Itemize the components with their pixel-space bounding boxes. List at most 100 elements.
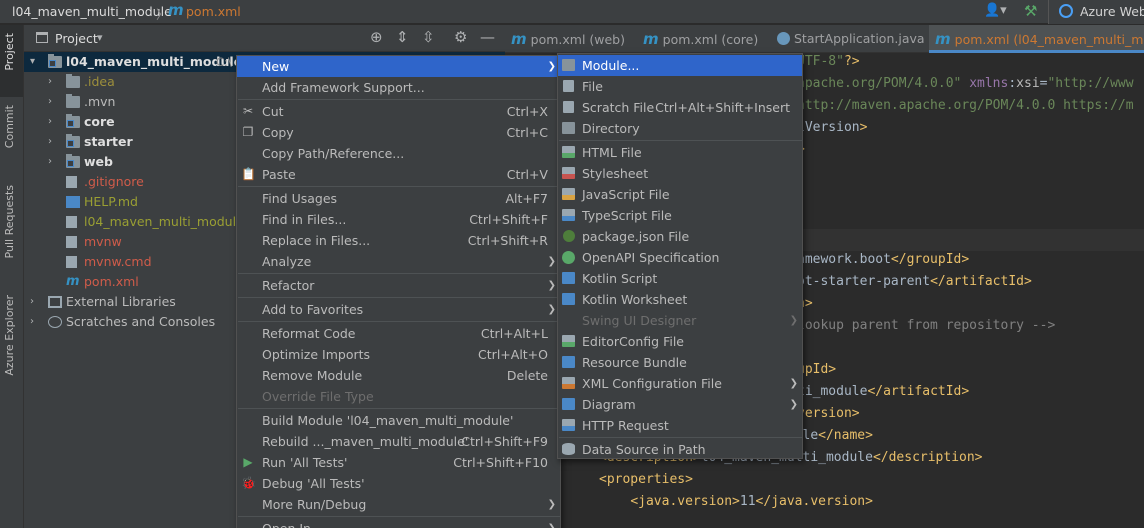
azure-web-app-button[interactable]: Azure Web A: [1048, 0, 1144, 24]
chevron-down-icon[interactable]: ▾: [97, 31, 103, 44]
menu-item-paste[interactable]: 📋 Paste Ctrl+V: [237, 164, 560, 185]
menu-item-file[interactable]: File: [558, 76, 802, 97]
menu-item-remove-module[interactable]: Remove Module Delete: [237, 365, 560, 386]
menu-item-data-source-in-path[interactable]: Data Source in Path: [558, 439, 802, 460]
menu-item-find-usages[interactable]: Find Usages Alt+F7: [237, 188, 560, 209]
menu-item-typescript-file[interactable]: TypeScript File: [558, 205, 802, 226]
menu-item-label: Module...: [582, 58, 640, 73]
menu-item-rebuild-maven-multi-module[interactable]: Rebuild ..._maven_multi_module' Ctrl+Shif…: [237, 431, 560, 452]
tool-tab-pull-requests[interactable]: Pull Requests: [3, 185, 21, 258]
chevron-right-icon[interactable]: ›: [48, 132, 52, 152]
menu-item-package-json-file[interactable]: package.json File: [558, 226, 802, 247]
breadcrumb-project[interactable]: l04_maven_multi_module: [12, 4, 172, 19]
menu-item-build-module-l04-maven-multi-module[interactable]: Build Module 'l04_maven_multi_module': [237, 410, 560, 431]
menu-item-html-file[interactable]: HTML File: [558, 142, 802, 163]
hammer-icon[interactable]: ⚒: [1024, 2, 1037, 20]
menu-separator: [238, 297, 561, 298]
gear-icon[interactable]: ⚙: [454, 29, 467, 46]
menu-item-add-to-favorites[interactable]: Add to Favorites ❯: [237, 299, 560, 320]
chevron-right-icon[interactable]: ›: [48, 152, 52, 172]
library-icon: [48, 296, 62, 308]
menu-item-label: Copy: [262, 125, 294, 140]
breadcrumb-file[interactable]: pom.xml: [186, 4, 241, 19]
menu-item-debug-all-tests[interactable]: 🐞 Debug 'All Tests': [237, 473, 560, 494]
ts-icon: [562, 209, 575, 221]
menu-item-module[interactable]: Module...: [558, 55, 802, 76]
menu-item-cut[interactable]: ✂ Cut Ctrl+X: [237, 101, 560, 122]
menu-item-kotlin-worksheet[interactable]: Kotlin Worksheet: [558, 289, 802, 310]
tool-tab-commit[interactable]: Commit: [3, 105, 21, 148]
user-icon[interactable]: 👤▾: [984, 3, 1007, 18]
collapse-all-icon[interactable]: ⇳: [422, 29, 435, 46]
menu-item-shortcut: Ctrl+Alt+O: [478, 347, 548, 362]
kt-icon: [562, 293, 575, 305]
chevron-right-icon[interactable]: ›: [48, 92, 52, 112]
menu-separator: [238, 186, 561, 187]
menu-item-optimize-imports[interactable]: Optimize Imports Ctrl+Alt+O: [237, 344, 560, 365]
tab-pom-web[interactable]: m pom.xml (web): [511, 25, 625, 53]
menu-item-copy-path-reference[interactable]: Copy Path/Reference...: [237, 143, 560, 164]
tree-item-label: HELP.md: [84, 194, 138, 209]
expand-all-icon[interactable]: ⇕: [396, 29, 409, 46]
menu-item-analyze[interactable]: Analyze ❯: [237, 251, 560, 272]
menu-item-directory[interactable]: Directory: [558, 118, 802, 139]
kt-icon: [562, 272, 575, 284]
menu-item-reformat-code[interactable]: Reformat Code Ctrl+Alt+L: [237, 323, 560, 344]
tool-tab-azure-explorer[interactable]: Azure Explorer: [3, 295, 21, 376]
menu-item-resource-bundle[interactable]: Resource Bundle: [558, 352, 802, 373]
ec-icon: [562, 335, 575, 347]
menu-item-label: Debug 'All Tests': [262, 476, 365, 491]
tab-start-application[interactable]: StartApplication.java: [777, 25, 925, 53]
code-line: apache.org/POM/4.0.0" xmlns:xsi="http://…: [797, 73, 1134, 95]
tab-pom-core[interactable]: m pom.xml (core): [643, 25, 758, 53]
tree-item-label: web: [84, 154, 113, 169]
menu-item-javascript-file[interactable]: JavaScript File: [558, 184, 802, 205]
menu-item-copy[interactable]: ❐ Copy Ctrl+C: [237, 122, 560, 143]
tree-item-label: External Libraries: [66, 294, 176, 309]
hide-icon[interactable]: —: [480, 29, 495, 46]
code-line: ti_module</artifactId>: [797, 381, 969, 403]
menu-item-xml-configuration-file[interactable]: XML Configuration File ❯: [558, 373, 802, 394]
menu-item-shortcut: Ctrl+V: [506, 167, 548, 182]
tab-pom-root[interactable]: mpom.xml (l04_maven_multi_module): [929, 25, 1144, 53]
chevron-right-icon[interactable]: ›: [30, 292, 34, 312]
chevron-right-icon[interactable]: ›: [30, 312, 34, 332]
menu-item-openapi-specification[interactable]: OpenAPI Specification: [558, 247, 802, 268]
code-token: </artifactId>: [867, 384, 970, 399]
menu-item-kotlin-script[interactable]: Kotlin Script: [558, 268, 802, 289]
menu-item-add-framework-support[interactable]: Add Framework Support...: [237, 77, 560, 98]
menu-item-run-all-tests[interactable]: ▶ Run 'All Tests' Ctrl+Shift+F10: [237, 452, 560, 473]
menu-item-scratch-file[interactable]: Scratch File Ctrl+Alt+Shift+Insert: [558, 97, 802, 118]
code-token: </artifactId>: [930, 274, 1032, 289]
menu-item-stylesheet[interactable]: Stylesheet: [558, 163, 802, 184]
menu-item-label: Find in Files...: [262, 212, 347, 227]
menu-item-editorconfig-file[interactable]: EditorConfig File: [558, 331, 802, 352]
menu-item-more-run-debug[interactable]: More Run/Debug ❯: [237, 494, 560, 515]
folder-icon: [66, 74, 80, 88]
menu-item-shortcut: Delete: [506, 368, 548, 383]
chevron-right-icon[interactable]: ›: [48, 72, 52, 92]
file-icon: [66, 236, 77, 248]
locate-icon[interactable]: ⊕: [370, 29, 383, 46]
chevron-right-icon[interactable]: ›: [48, 112, 52, 132]
module-folder-icon: [66, 134, 80, 148]
html-icon: [562, 146, 575, 158]
menu-item-override-file-type: Override File Type: [237, 386, 560, 407]
menu-item-label: Replace in Files...: [262, 233, 371, 248]
tool-tab-project[interactable]: Project: [3, 33, 21, 71]
menu-item-new[interactable]: New ❯: [237, 56, 560, 77]
tree-item-label: .gitignore: [84, 174, 144, 189]
project-view-selector[interactable]: Project: [55, 31, 98, 46]
menu-item-find-in-files[interactable]: Find in Files... Ctrl+Shift+F: [237, 209, 560, 230]
menu-item-open-in[interactable]: Open In ❯: [237, 518, 560, 528]
tree-item-label: .idea: [84, 74, 115, 89]
menu-item-diagram[interactable]: Diagram ❯: [558, 394, 802, 415]
chevron-down-icon[interactable]: ▾: [30, 52, 35, 72]
menu-item-http-request[interactable]: HTTP Request: [558, 415, 802, 436]
code-line: lVersion>: [797, 117, 867, 139]
chevron-right-icon: ❯: [789, 378, 798, 389]
menu-item-refactor[interactable]: Refactor ❯: [237, 275, 560, 296]
menu-separator: [559, 437, 803, 438]
menu-item-replace-in-files[interactable]: Replace in Files... Ctrl+Shift+R: [237, 230, 560, 251]
tree-item-label: mvnw.cmd: [84, 254, 152, 269]
